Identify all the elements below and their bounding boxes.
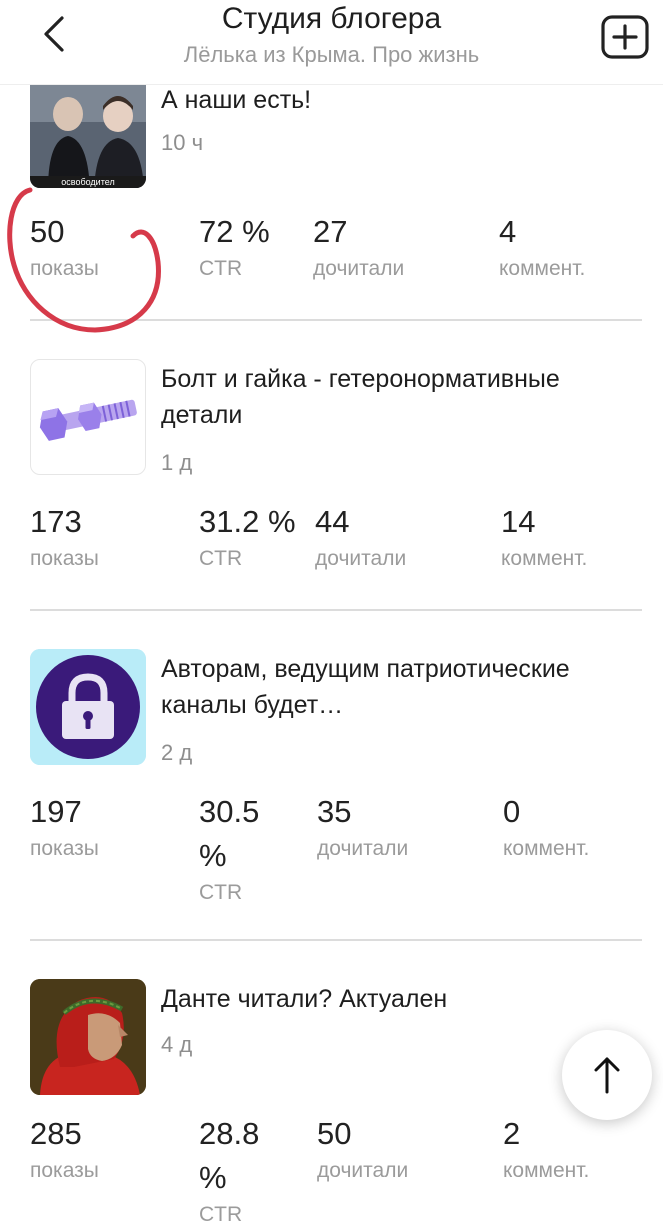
stat-value: 14 [501, 504, 536, 539]
stat-views: 50 показы [30, 210, 99, 284]
stat-value: 0 [503, 794, 521, 829]
stat-label: CTR [199, 1203, 243, 1226]
add-post-button[interactable] [600, 14, 650, 60]
stat-value: 44 [315, 504, 350, 539]
stat-value: 50 [30, 214, 65, 249]
portrait-image [30, 979, 146, 1095]
stat-comments: 0 коммент. [503, 790, 589, 864]
divider [30, 939, 642, 941]
stat-value: 2 [503, 1116, 521, 1151]
stat-value: 197 [30, 794, 82, 829]
divider [30, 609, 642, 611]
stat-label: показы [30, 257, 99, 280]
stat-label: коммент. [503, 837, 590, 860]
stat-read: 35 дочитали [317, 790, 408, 864]
stat-comments: 2 коммент. [503, 1112, 589, 1186]
stat-read: 44 дочитали [315, 500, 406, 574]
stat-read: 50 дочитали [317, 1112, 408, 1186]
stat-comments: 4 коммент. [499, 210, 585, 284]
divider [30, 319, 642, 321]
stat-ctr: 31.2 % CTR [199, 500, 296, 574]
scroll-top-button[interactable] [562, 1030, 652, 1120]
stat-comments: 14 коммент. [501, 500, 587, 574]
stat-value: 35 [317, 794, 352, 829]
stat-label: коммент. [503, 1159, 590, 1182]
app-header: Студия блогера Лёлька из Крыма. Про жизн… [0, 0, 663, 85]
stat-label: показы [30, 837, 99, 860]
channel-name: Лёлька из Крыма. Про жизнь [183, 42, 480, 67]
post-time: 1 д [161, 450, 193, 475]
stat-value: 31.2 % [199, 504, 296, 539]
post-title: Авторам, ведущим патриотические каналы б… [161, 655, 570, 719]
page-title: Студия блогера [221, 2, 442, 35]
stat-value: 50 [317, 1116, 352, 1151]
post-title: А наши есть! [161, 86, 312, 114]
stat-ctr: 28.8 % CTR [199, 1112, 279, 1230]
stat-label: дочитали [317, 1159, 409, 1182]
stat-value: 285 [30, 1116, 82, 1151]
stat-label: коммент. [499, 257, 586, 280]
stat-label: CTR [199, 257, 243, 280]
stat-read: 27 дочитали [313, 210, 404, 284]
stat-value: 28.8 % [199, 1116, 260, 1195]
photo-image [30, 72, 146, 188]
stat-label: показы [30, 1159, 99, 1182]
stat-label: показы [30, 547, 99, 570]
post-thumbnail [30, 359, 146, 475]
stat-label: коммент. [501, 547, 588, 570]
post-card[interactable]: Болт и гайка - гетеронормативные детали … [0, 340, 663, 610]
stat-label: дочитали [313, 257, 405, 280]
stat-label: дочитали [317, 837, 409, 860]
post-time: 2 д [161, 740, 193, 765]
thumbnail-caption: освободител [61, 177, 115, 187]
arrow-up-icon [594, 1057, 620, 1094]
post-time: 4 д [161, 1032, 193, 1057]
plus-square-icon [601, 15, 649, 59]
stat-value: 27 [313, 214, 348, 249]
stat-label: CTR [199, 547, 243, 570]
stat-label: CTR [199, 881, 243, 904]
post-card[interactable]: Авторам, ведущим патриотические каналы б… [0, 630, 663, 940]
lock-icon [30, 649, 146, 765]
stat-label: дочитали [315, 547, 407, 570]
stat-value: 30.5 % [199, 794, 260, 873]
stat-value: 173 [30, 504, 82, 539]
bolt-image [39, 399, 137, 441]
stat-ctr: 72 % CTR [199, 210, 270, 284]
stat-views: 197 показы [30, 790, 99, 864]
post-thumbnail [30, 979, 146, 1095]
stat-views: 173 показы [30, 500, 99, 574]
post-title: Болт и гайка - гетеронормативные детали [161, 365, 560, 429]
post-title: Данте читали? Актуален [161, 985, 448, 1013]
post-thumbnail: освободител [30, 72, 146, 188]
stat-views: 285 показы [30, 1112, 99, 1186]
post-time: 10 ч [161, 130, 204, 155]
stat-value: 4 [499, 214, 517, 249]
post-thumbnail [30, 649, 146, 765]
stat-value: 72 % [199, 214, 270, 249]
stat-ctr: 30.5 % CTR [199, 790, 279, 908]
